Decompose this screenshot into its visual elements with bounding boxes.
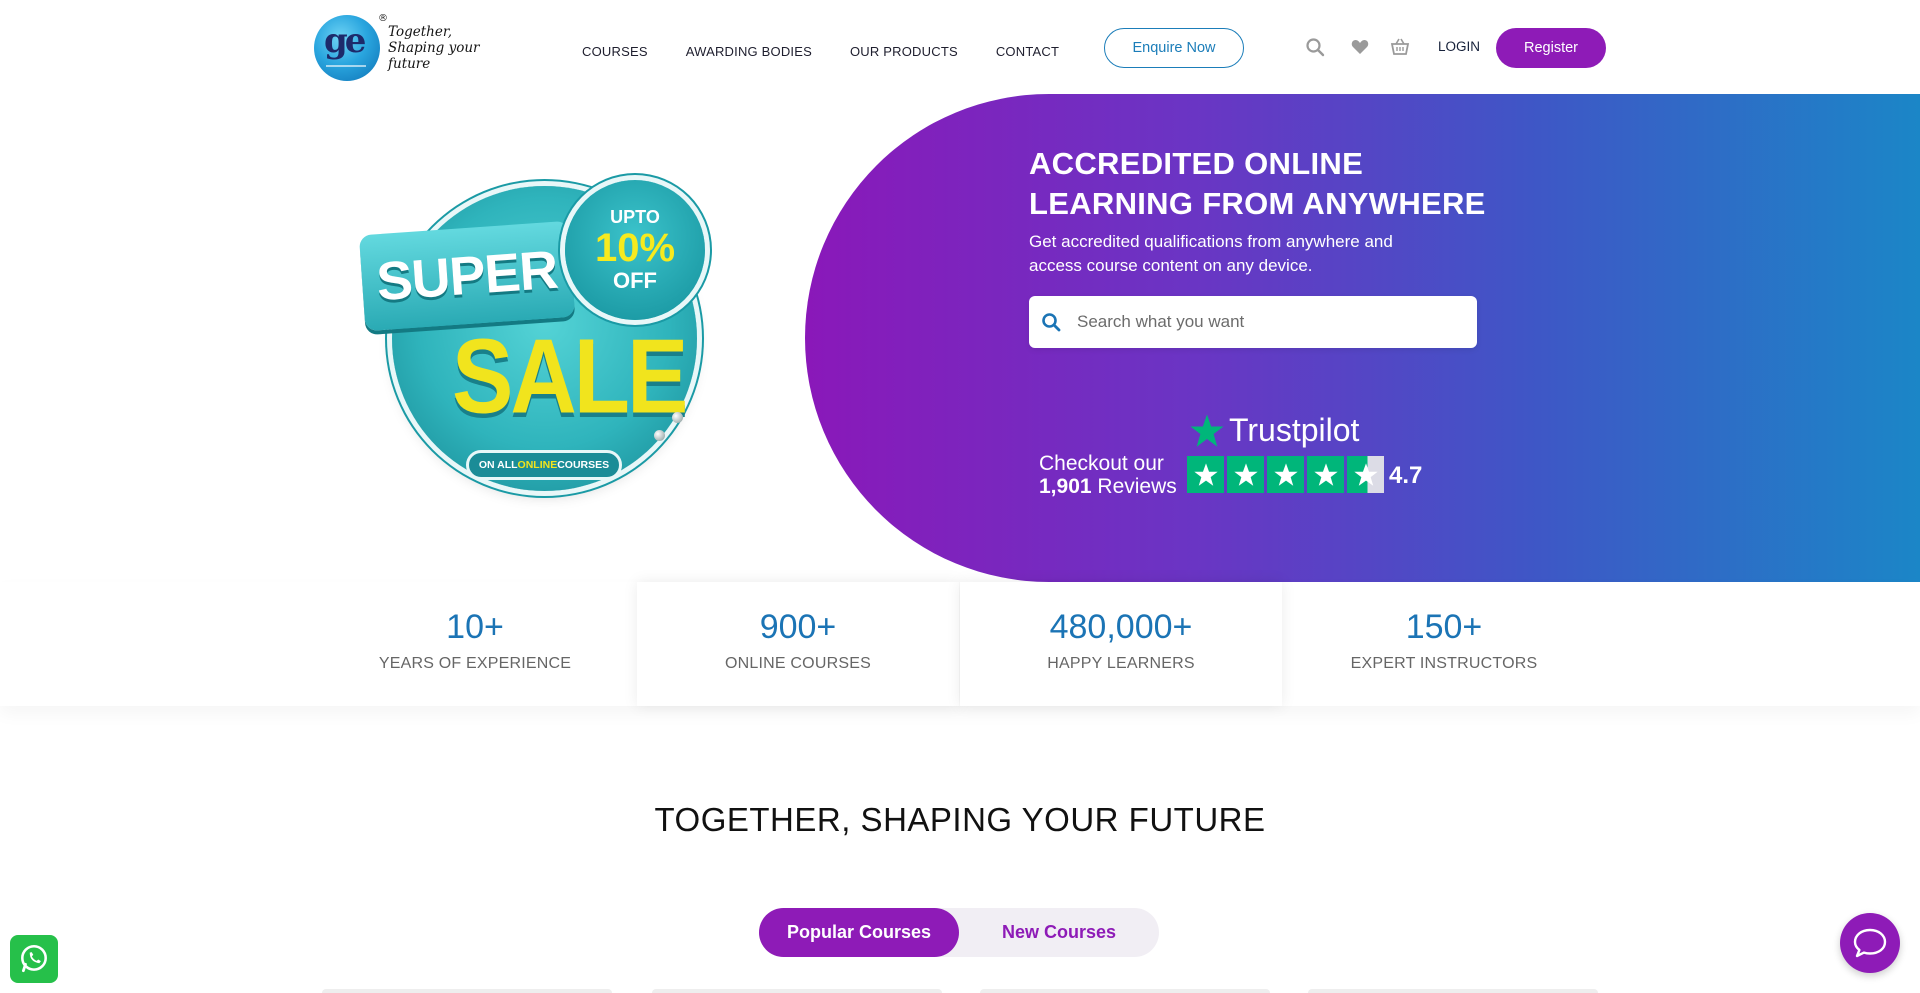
hero-section: SUPER UPTO 10% OFF SALE ON ALL ONLINE CO… (0, 94, 1920, 582)
logo[interactable]: ge ® Together, Shaping your future (314, 13, 514, 82)
promo-discount-badge: UPTO 10% OFF (565, 180, 705, 320)
trustpilot-checkout-text: Checkout our 1,901 Reviews (1039, 452, 1177, 498)
login-link[interactable]: LOGIN (1438, 39, 1480, 54)
stat-value: 10+ (446, 608, 504, 646)
trustpilot-logo: Trustpilot (1189, 412, 1359, 449)
logo-mark: ge ® (314, 13, 388, 81)
register-button[interactable]: Register (1496, 28, 1606, 68)
hero-title: ACCREDITED ONLINE LEARNING FROM ANYWHERE (1029, 146, 1486, 221)
trustpilot-review-count: 1,901 (1039, 475, 1092, 498)
star-icon (1307, 456, 1344, 493)
course-tabs: Popular Courses New Courses (759, 908, 1159, 957)
trustpilot-widget[interactable]: Checkout our 1,901 Reviews Trustpilot 4.… (1039, 412, 1459, 502)
trustpilot-star-icon (1190, 414, 1224, 447)
stat-happy-learners: 480,000+ HAPPY LEARNERS (960, 582, 1282, 706)
course-card[interactable] (322, 989, 612, 993)
decorative-bead (654, 430, 665, 441)
trustpilot-brand: Trustpilot (1229, 412, 1360, 448)
tab-new-courses[interactable]: New Courses (959, 908, 1159, 957)
stat-label: ONLINE COURSES (725, 655, 871, 672)
course-card[interactable] (652, 989, 942, 993)
super-sale-promo-graphic[interactable]: SUPER UPTO 10% OFF SALE ON ALL ONLINE CO… (358, 180, 707, 500)
whatsapp-icon[interactable] (10, 935, 58, 983)
stat-label: YEARS OF EXPERIENCE (378, 655, 572, 672)
promo-off-text: OFF (613, 267, 657, 293)
promo-pill: ON ALL ONLINE COURSES (466, 450, 622, 480)
stat-years-experience: 10+ YEARS OF EXPERIENCE (314, 582, 636, 706)
stat-value: 900+ (759, 608, 837, 646)
tab-popular-courses[interactable]: Popular Courses (759, 908, 959, 957)
star-icon (1267, 456, 1304, 493)
nav-item-awarding-bodies[interactable]: AWARDING BODIES (686, 44, 812, 59)
trustpilot-score: 4.7 (1389, 462, 1423, 489)
stat-value: 150+ (1405, 608, 1483, 646)
promo-upto-text: UPTO (610, 206, 660, 227)
half-star-icon (1347, 456, 1384, 493)
heart-icon[interactable] (1349, 36, 1371, 58)
promo-super-banner: SUPER (358, 220, 576, 332)
promo-sale-text: SALE (452, 318, 688, 436)
stat-label: EXPERT INSTRUCTORS (1350, 655, 1538, 672)
stat-label: HAPPY LEARNERS (1047, 655, 1195, 672)
decorative-bead (672, 412, 683, 423)
star-icon (1227, 456, 1264, 493)
nav-item-contact[interactable]: CONTACT (996, 44, 1059, 59)
star-icon (1187, 456, 1224, 493)
promo-super-text: SUPER (374, 239, 560, 313)
stat-online-courses: 900+ ONLINE COURSES (637, 582, 959, 706)
course-search-input[interactable] (1073, 312, 1453, 332)
basket-icon[interactable] (1389, 36, 1411, 58)
course-card[interactable] (980, 989, 1270, 993)
nav-item-our-products[interactable]: OUR PRODUCTS (850, 44, 958, 59)
logo-tagline: Together, Shaping your future (388, 24, 480, 72)
stats-bar: 10+ YEARS OF EXPERIENCE 900+ ONLINE COUR… (0, 582, 1920, 706)
registered-mark: ® (378, 13, 388, 24)
course-card[interactable] (1308, 989, 1598, 993)
nav-item-courses[interactable]: COURSES (582, 44, 648, 59)
search-icon[interactable] (1304, 36, 1326, 58)
hero-search-box (1029, 296, 1477, 348)
main-nav: COURSES AWARDING BODIES OUR PRODUCTS CON… (582, 44, 1097, 59)
hero-subtitle: Get accredited qualifications from anywh… (1029, 232, 1393, 275)
stat-value: 480,000+ (1049, 608, 1193, 646)
enquire-now-button[interactable]: Enquire Now (1104, 28, 1244, 68)
site-header: ge ® Together, Shaping your future COURS… (0, 0, 1920, 94)
stat-expert-instructors: 150+ EXPERT INSTRUCTORS (1283, 582, 1605, 706)
section-title: TOGETHER, SHAPING YOUR FUTURE (654, 801, 1266, 838)
chat-bubble-icon[interactable] (1840, 913, 1900, 973)
search-icon[interactable] (1029, 296, 1073, 348)
trustpilot-star-rating (1187, 456, 1384, 493)
promo-percent-text: 10% (594, 225, 676, 270)
